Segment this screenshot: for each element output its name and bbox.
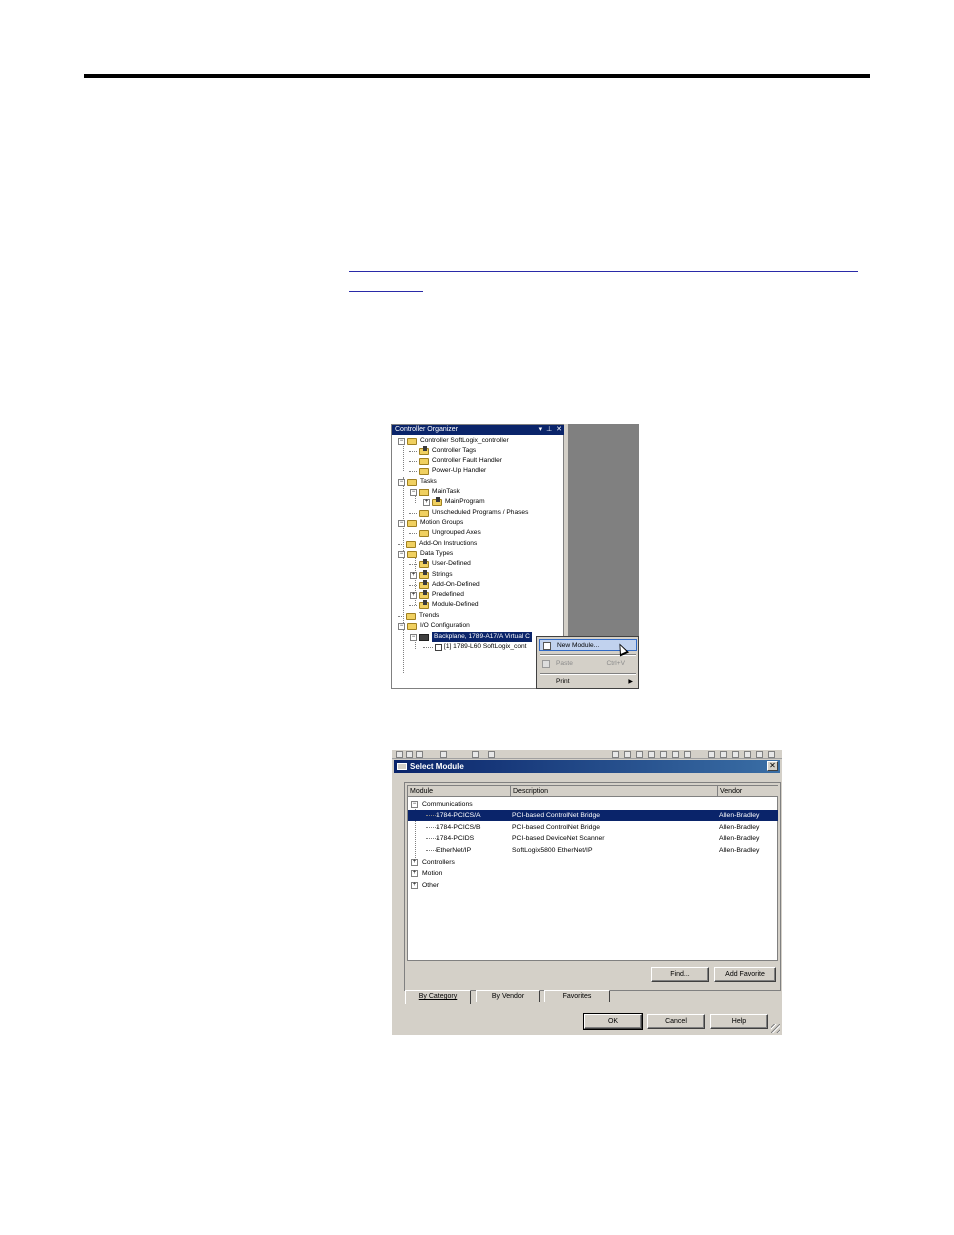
- collapse-icon[interactable]: −: [410, 488, 417, 496]
- column-header-description[interactable]: Description: [511, 786, 718, 797]
- folder-icon: [419, 529, 429, 537]
- tab-by-vendor[interactable]: By Vendor: [476, 990, 540, 1002]
- category-row-other[interactable]: + Other: [408, 880, 778, 891]
- menu-item-paste[interactable]: Paste Ctrl+V: [539, 658, 637, 670]
- datatype-icon: [419, 569, 429, 579]
- tree-node-controller-slot[interactable]: [1] 1789-L60 SoftLogix_cont: [423, 642, 526, 652]
- expand-icon[interactable]: +: [411, 859, 418, 866]
- module-list[interactable]: Module Description Vendor − Communicatio…: [407, 785, 778, 961]
- datatype-icon: [419, 558, 429, 568]
- collapse-icon[interactable]: −: [398, 550, 405, 558]
- hyperlink-underline[interactable]: [349, 271, 858, 272]
- header-rule: [84, 74, 870, 78]
- tree-node-io-configuration[interactable]: − I/O Configuration: [398, 621, 470, 631]
- tree-node-predefined[interactable]: + Predefined: [410, 589, 464, 600]
- collapse-icon[interactable]: −: [398, 478, 405, 486]
- program-icon: [432, 496, 442, 506]
- backplane-icon: [419, 633, 429, 641]
- controller-module-icon: [435, 643, 442, 651]
- expand-icon[interactable]: +: [423, 498, 430, 506]
- ok-button[interactable]: OK: [583, 1013, 643, 1030]
- collapse-icon[interactable]: −: [410, 633, 417, 641]
- tree-node-module-defined[interactable]: Module-Defined: [409, 599, 479, 610]
- folder-icon: [407, 437, 417, 445]
- find-button[interactable]: Find...: [651, 967, 709, 982]
- category-row-communications[interactable]: − Communications: [408, 799, 778, 810]
- expand-icon[interactable]: +: [411, 870, 418, 877]
- pane-controls-icon[interactable]: ▾ ⊥ ✕: [539, 425, 563, 435]
- tree-node-tasks[interactable]: − Tasks: [398, 477, 437, 487]
- help-button[interactable]: Help: [710, 1014, 768, 1029]
- table-row[interactable]: 1784-PCICS/A PCI-based ControlNet Bridge…: [408, 810, 778, 821]
- tree-node-user-defined[interactable]: User-Defined: [409, 558, 471, 569]
- expand-icon[interactable]: +: [410, 591, 417, 599]
- folder-icon: [406, 540, 416, 548]
- tree-node-controller[interactable]: − Controller SoftLogix_controller: [398, 436, 509, 446]
- tree-node-add-on-instructions[interactable]: Add-On Instructions: [398, 539, 477, 549]
- tree-node-strings[interactable]: + Strings: [410, 569, 453, 580]
- tree-node-data-types[interactable]: − Data Types: [398, 549, 453, 559]
- collapse-icon[interactable]: −: [411, 801, 418, 808]
- task-icon: [419, 488, 429, 496]
- resize-grip-icon[interactable]: [771, 1024, 780, 1033]
- dialog-icon: [397, 763, 407, 770]
- collapse-icon[interactable]: −: [398, 437, 405, 445]
- datatype-icon: [419, 599, 429, 609]
- collapse-icon[interactable]: −: [398, 622, 405, 630]
- paste-icon: [542, 660, 550, 668]
- background-toolbar: [392, 750, 782, 759]
- hyperlink-underline-continued[interactable]: [349, 291, 423, 292]
- expand-icon[interactable]: +: [411, 882, 418, 889]
- cancel-button[interactable]: Cancel: [647, 1014, 705, 1029]
- tab-by-category[interactable]: By Category: [405, 990, 471, 1004]
- close-icon[interactable]: ✕: [767, 761, 778, 771]
- tree-node-motion-groups[interactable]: − Motion Groups: [398, 518, 463, 528]
- new-module-icon: [543, 642, 551, 650]
- folder-icon: [419, 509, 429, 517]
- folder-icon: [407, 519, 417, 527]
- column-header-module[interactable]: Module: [408, 786, 511, 797]
- table-row[interactable]: EtherNet/IP SoftLogix5800 EtherNet/IP Al…: [408, 845, 778, 856]
- folder-icon: [406, 612, 416, 620]
- organizer-title-bar: Controller Organizer ▾ ⊥ ✕: [392, 425, 565, 435]
- tree-node-unscheduled-programs[interactable]: Unscheduled Programs / Phases: [409, 508, 528, 518]
- tree-node-power-up-handler[interactable]: Power-Up Handler: [409, 466, 486, 476]
- tree-node-controller-tags[interactable]: Controller Tags: [409, 445, 476, 456]
- table-row[interactable]: 1784-PCIDS PCI-based DeviceNet Scanner A…: [408, 833, 778, 844]
- tree-node-add-on-defined[interactable]: Add-On-Defined: [409, 579, 480, 590]
- dialog-title: Select Module: [410, 762, 464, 771]
- tree-node-fault-handler[interactable]: Controller Fault Handler: [409, 456, 502, 466]
- controller-organizer-screenshot: Controller Organizer ▾ ⊥ ✕ − Controller …: [391, 424, 639, 689]
- tree-node-mainprogram[interactable]: + MainProgram: [423, 496, 485, 507]
- organizer-title: Controller Organizer: [395, 426, 459, 433]
- category-row-controllers[interactable]: + Controllers: [408, 857, 778, 868]
- select-module-dialog-screenshot: Select Module ✕ Module Description Vendo…: [392, 750, 782, 1035]
- tree-node-backplane[interactable]: − Backplane, 1789-A17/A Virtual C: [410, 632, 532, 642]
- collapse-icon[interactable]: −: [398, 519, 405, 527]
- expand-icon[interactable]: +: [410, 571, 417, 579]
- folder-icon: [419, 457, 429, 465]
- module-panel: Module Description Vendor − Communicatio…: [404, 782, 781, 991]
- datatype-icon: [419, 579, 429, 589]
- column-header-vendor[interactable]: Vendor: [718, 786, 778, 797]
- dialog-title-bar: Select Module ✕: [394, 760, 780, 773]
- tab-favorites[interactable]: Favorites: [544, 990, 610, 1002]
- tree-node-ungrouped-axes[interactable]: Ungrouped Axes: [409, 528, 481, 538]
- folder-icon: [407, 550, 417, 558]
- table-row[interactable]: 1784-PCICS/B PCI-based ControlNet Bridge…: [408, 822, 778, 833]
- add-favorite-button[interactable]: Add Favorite: [714, 967, 776, 982]
- tags-icon: [419, 445, 429, 455]
- tree-node-maintask[interactable]: − MainTask: [410, 487, 460, 497]
- menu-item-print[interactable]: Print ▶: [539, 676, 637, 688]
- tree-node-trends[interactable]: Trends: [398, 611, 439, 621]
- datatype-icon: [419, 589, 429, 599]
- submenu-arrow-icon: ▶: [628, 679, 633, 685]
- category-row-motion[interactable]: + Motion: [408, 868, 778, 879]
- folder-icon: [407, 622, 417, 630]
- folder-icon: [419, 467, 429, 475]
- folder-icon: [407, 478, 417, 486]
